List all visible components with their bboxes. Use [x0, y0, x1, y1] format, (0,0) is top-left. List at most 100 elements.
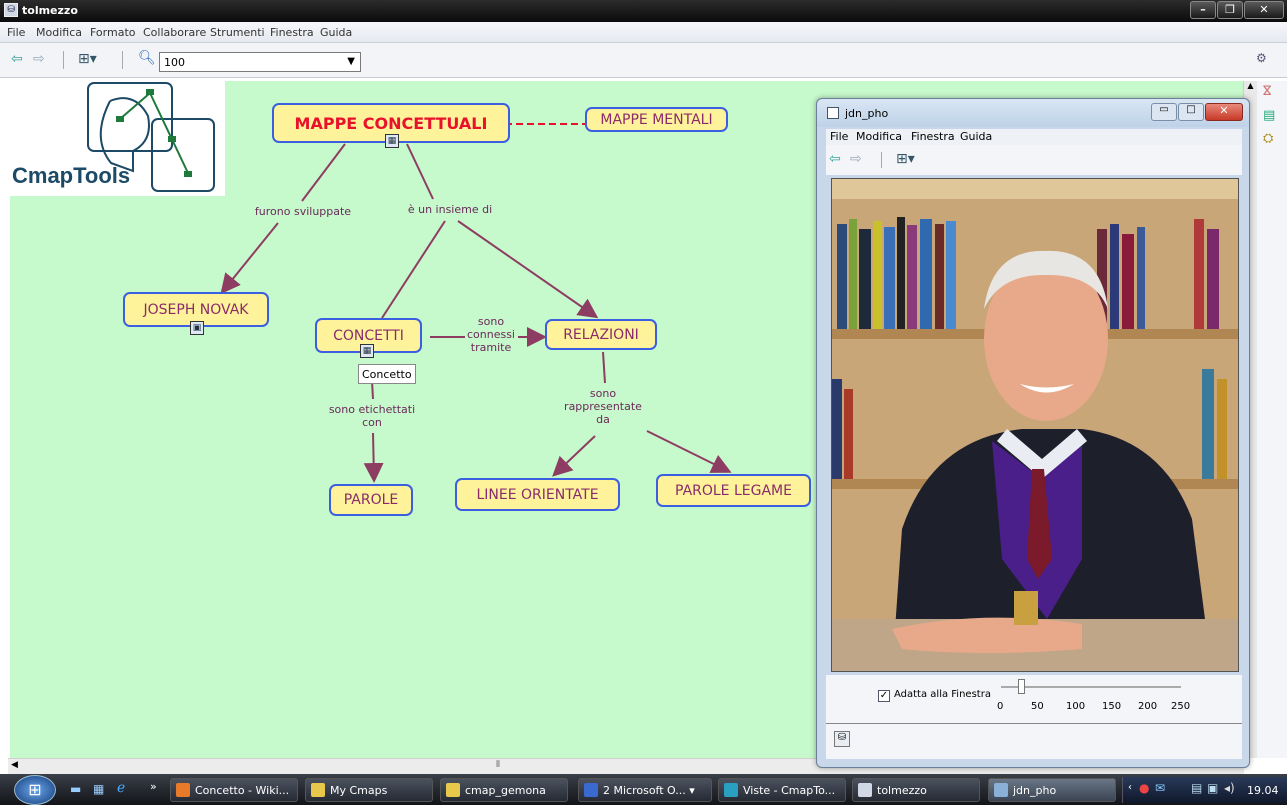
window-title: tolmezzo [22, 4, 78, 17]
resource-icon[interactable]: ▦ [385, 134, 399, 148]
browser-icon[interactable]: ℯ [117, 780, 125, 796]
scroll-left-icon[interactable]: ◀ [11, 760, 18, 770]
maximize-button[interactable]: □ [1178, 103, 1204, 121]
zoom-slider[interactable] [1001, 686, 1181, 688]
window-title-bar: ⛁ tolmezzo – ❐ ✕ [0, 0, 1287, 22]
folder-icon [446, 783, 460, 797]
image-viewer-window[interactable]: jdn_pho ▭ □ ✕ File Modifica Finestra Gui… [816, 98, 1250, 768]
help-icon[interactable]: ⚙ [1256, 51, 1267, 65]
zoom-slider-thumb[interactable] [1018, 679, 1025, 694]
switch-windows-icon[interactable]: ▦ [93, 782, 104, 796]
minimize-button[interactable]: ▭ [1151, 103, 1177, 121]
taskbar-item-label: 2 Microsoft O... [603, 784, 686, 797]
collaborate-icon[interactable]: ⛁ [834, 731, 850, 747]
menu-collaborare[interactable]: Collaborare [143, 26, 206, 39]
menu-modifica[interactable]: Modifica [856, 130, 902, 143]
link-label[interactable]: è un insieme di [395, 203, 505, 216]
resource-icon[interactable]: ▦ [360, 344, 374, 358]
taskbar-item[interactable]: tolmezzo [852, 778, 980, 802]
portrait-photo [831, 178, 1239, 672]
cmaptools-icon [724, 783, 738, 797]
menu-formato[interactable]: Formato [90, 26, 136, 39]
menu-file[interactable]: File [830, 130, 848, 143]
taskbar-item-label: tolmezzo [877, 784, 927, 797]
scroll-grip-icon[interactable]: ⦀ [496, 760, 500, 770]
node-mappe-mentali[interactable]: MAPPE MENTALI [585, 107, 728, 132]
viewer-controls: ✓ Adatta alla Finestra 0 50 100 150 200 … [826, 675, 1242, 759]
zoom-select[interactable]: 100 ▼ [159, 52, 361, 72]
users-icon[interactable]: ⛭ [1263, 131, 1273, 146]
portrait-image [832, 179, 1238, 671]
viewer-title-bar: jdn_pho ▭ □ ✕ [817, 99, 1249, 127]
taskbar: ⊞ ▬ ▦ ℯ » Concetto - Wiki... My Cmaps cm… [0, 774, 1287, 805]
show-desktop-icon[interactable]: ▬ [70, 782, 81, 796]
node-parole-legame[interactable]: PAROLE LEGAME [656, 474, 811, 507]
zoom-tick: 150 [1102, 701, 1122, 712]
scroll-up-icon[interactable]: ▲ [1244, 81, 1257, 90]
views-icon[interactable]: ⊞▾ [896, 151, 915, 167]
clock[interactable]: 19.04 [1247, 784, 1279, 797]
folder-icon [311, 783, 325, 797]
menu-file[interactable]: File [7, 26, 25, 39]
monitor-icon[interactable]: ▣ [1207, 781, 1218, 795]
fit-window-checkbox[interactable]: ✓ [878, 690, 890, 702]
office-icon [584, 783, 598, 797]
network-icon[interactable]: ▤ [1191, 781, 1202, 795]
zoom-tick: 50 [1031, 701, 1044, 712]
image-resource-icon[interactable]: ▣ [190, 321, 204, 335]
taskbar-item-label: cmap_gemona [465, 784, 546, 797]
start-button[interactable]: ⊞ [14, 775, 56, 805]
minimize-button[interactable]: – [1190, 1, 1216, 19]
zoom-tick: 0 [997, 701, 1004, 712]
taskbar-item[interactable]: 2 Microsoft O... ▾ [578, 778, 712, 802]
menu-modifica[interactable]: Modifica [36, 26, 82, 39]
toolbar-divider [63, 51, 64, 69]
taskbar-item[interactable]: Concetto - Wiki... [170, 778, 298, 802]
taskbar-item-label: Viste - CmapTo... [743, 784, 836, 797]
back-arrow-icon[interactable]: ⇦ [11, 51, 23, 67]
close-button[interactable]: ✕ [1244, 1, 1284, 19]
toolbar-divider [881, 152, 882, 168]
taskbar-item-active[interactable]: jdn_pho [988, 778, 1116, 802]
cmaptools-icon [858, 783, 872, 797]
firefox-icon [176, 783, 190, 797]
taskbar-item[interactable]: Viste - CmapTo... [718, 778, 846, 802]
divider [826, 723, 1242, 724]
taskbar-item[interactable]: cmap_gemona [440, 778, 568, 802]
zoom-icon[interactable]: 🔍︎ [138, 50, 156, 66]
viewer-toolbar: ⇦ ⇨ ⊞▾ [826, 145, 1242, 175]
list-icon[interactable]: ▤ [1263, 108, 1275, 123]
mail-icon[interactable]: ✉ [1155, 781, 1165, 795]
taskbar-item[interactable]: My Cmaps [305, 778, 433, 802]
volume-icon[interactable]: ◂) [1224, 781, 1235, 795]
style-icon[interactable]: ⴵ [1263, 84, 1271, 99]
views-icon[interactable]: ⊞▾ [78, 51, 97, 67]
link-label[interactable]: sono etichettati con [320, 403, 424, 429]
antivirus-icon[interactable]: ● [1139, 781, 1149, 795]
chevron-down-icon: ▼ [347, 56, 355, 67]
menu-strumenti[interactable]: Strumenti [210, 26, 265, 39]
node-relazioni[interactable]: RELAZIONI [545, 319, 657, 350]
forward-arrow-icon[interactable]: ⇨ [850, 151, 862, 167]
zoom-tick: 200 [1138, 701, 1158, 712]
node-linee-orientate[interactable]: LINEE ORIENTATE [455, 478, 620, 511]
node-parole[interactable]: PAROLE [329, 484, 413, 516]
taskbar-item-label: Concetto - Wiki... [195, 784, 290, 797]
tray-expand-icon[interactable]: ‹ [1128, 782, 1132, 793]
forward-arrow-icon[interactable]: ⇨ [33, 51, 45, 67]
menu-finestra[interactable]: Finestra [270, 26, 314, 39]
link-label[interactable]: furono sviluppate [248, 205, 358, 218]
tooltip: Concetto [358, 364, 416, 384]
link-label[interactable]: sono rappresentate da [558, 387, 648, 426]
maximize-button[interactable]: ❐ [1217, 1, 1243, 19]
quicklaunch-more-icon[interactable]: » [150, 780, 157, 793]
menu-finestra[interactable]: Finestra [911, 130, 955, 143]
link-label[interactable]: sono connessi tramite [465, 315, 517, 354]
zoom-tick: 100 [1066, 701, 1086, 712]
zoom-tick: 250 [1171, 701, 1191, 712]
menu-guida[interactable]: Guida [320, 26, 352, 39]
close-button[interactable]: ✕ [1205, 103, 1243, 121]
fit-window-label: Adatta alla Finestra [894, 689, 991, 700]
menu-guida[interactable]: Guida [960, 130, 992, 143]
back-arrow-icon[interactable]: ⇦ [829, 151, 841, 167]
